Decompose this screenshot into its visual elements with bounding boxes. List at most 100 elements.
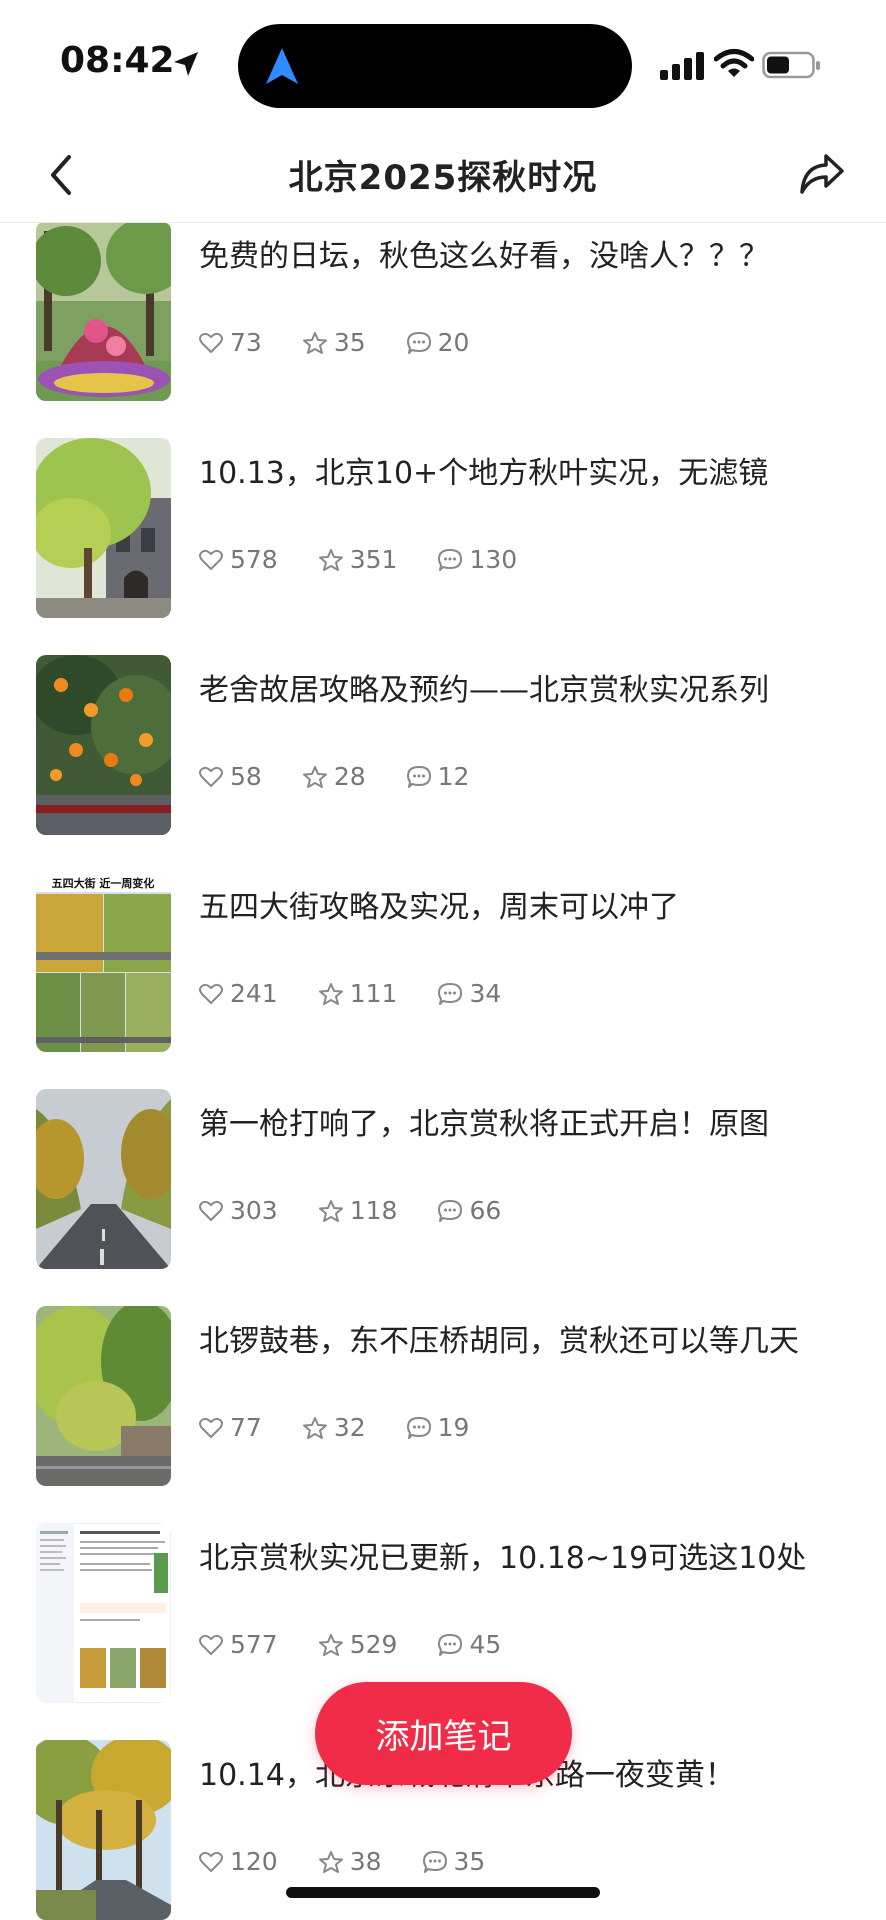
- heart-icon: [199, 766, 223, 787]
- add-note-button[interactable]: 添加笔记: [315, 1682, 572, 1785]
- heart-icon: [199, 1634, 223, 1655]
- comment-count-value: 34: [469, 979, 502, 1008]
- star-count-value: 111: [349, 979, 398, 1008]
- status-bar: 08:42: [0, 0, 886, 128]
- like-count[interactable]: 303: [198, 1196, 278, 1225]
- star-count[interactable]: 118: [318, 1196, 398, 1225]
- comment-count-value: 130: [469, 545, 518, 574]
- heart-icon: [199, 549, 223, 570]
- star-count[interactable]: 32: [302, 1413, 366, 1442]
- star-count-value: 35: [333, 328, 366, 357]
- like-count-value: 303: [230, 1196, 278, 1225]
- comment-icon: [438, 548, 463, 571]
- post-thumbnail: [36, 655, 171, 835]
- thumbnail-caption: 五四大街 近一周变化: [52, 876, 155, 890]
- list-item[interactable]: 免费的日坛，秋色这么好看，没啥人？？？ 73 35 20: [0, 223, 886, 428]
- star-icon: [302, 331, 327, 354]
- like-count[interactable]: 120: [198, 1847, 278, 1876]
- comment-count[interactable]: 12: [406, 762, 469, 791]
- comment-count[interactable]: 34: [437, 979, 501, 1008]
- star-count[interactable]: 111: [318, 979, 398, 1008]
- post-thumbnail: [36, 1089, 171, 1269]
- share-icon: [800, 154, 844, 194]
- star-count[interactable]: 28: [302, 762, 366, 791]
- star-icon: [302, 1416, 327, 1439]
- battery-icon: [762, 51, 820, 79]
- post-thumbnail: [36, 1306, 171, 1486]
- like-count-value: 577: [230, 1630, 278, 1659]
- heart-icon: [199, 1200, 223, 1221]
- like-count-value: 120: [230, 1847, 278, 1876]
- post-thumbnail: [36, 1740, 171, 1920]
- star-icon: [318, 548, 343, 571]
- like-count-value: 77: [230, 1413, 262, 1442]
- post-stats: 58 28 12: [198, 762, 509, 791]
- star-count-value: 529: [349, 1630, 398, 1659]
- comment-icon: [406, 765, 431, 788]
- cellular-signal-icon: [660, 52, 704, 80]
- star-icon: [318, 1850, 343, 1873]
- post-title: 10.13，北京10+个地方秋叶实况，无滤镜: [199, 456, 769, 491]
- post-title: 免费的日坛，秋色这么好看，没啥人？？？: [199, 239, 769, 274]
- home-indicator: [286, 1887, 600, 1898]
- comment-count-value: 35: [453, 1847, 486, 1876]
- star-count[interactable]: 38: [318, 1847, 382, 1876]
- post-stats: 120 38 35: [198, 1847, 525, 1876]
- star-icon: [318, 982, 343, 1005]
- post-thumbnail: [36, 223, 171, 401]
- list-item[interactable]: 老舍故居攻略及预约——北京赏秋实况系列 58 28 12: [0, 645, 886, 862]
- comment-count-value: 20: [437, 328, 470, 357]
- list-item[interactable]: 10.13，北京10+个地方秋叶实况，无滤镜 578 351 130: [0, 428, 886, 645]
- like-count[interactable]: 577: [198, 1630, 278, 1659]
- comment-count[interactable]: 20: [406, 328, 470, 357]
- comment-count-value: 66: [469, 1196, 502, 1225]
- star-count-value: 118: [349, 1196, 398, 1225]
- like-count[interactable]: 77: [198, 1413, 262, 1442]
- post-stats: 578 351 130: [198, 545, 557, 574]
- post-stats: 303 118 66: [198, 1196, 541, 1225]
- comment-count[interactable]: 130: [437, 545, 517, 574]
- post-list: 免费的日坛，秋色这么好看，没啥人？？？ 73 35 20 10.13，北京10+…: [0, 223, 886, 1920]
- comment-icon: [438, 1633, 463, 1656]
- comment-count-value: 45: [469, 1630, 502, 1659]
- star-count[interactable]: 35: [302, 328, 366, 357]
- comment-count[interactable]: 66: [437, 1196, 501, 1225]
- list-item[interactable]: 五四大街 近一周变化 五四大街攻略及实况，周末可以冲了 241 111 34: [0, 862, 886, 1079]
- like-count-value: 241: [230, 979, 278, 1008]
- like-count-value: 73: [230, 328, 262, 357]
- comment-icon: [406, 1416, 431, 1439]
- wifi-icon: [714, 49, 754, 77]
- comment-icon: [422, 1850, 447, 1873]
- dynamic-island: [238, 24, 632, 108]
- star-count[interactable]: 351: [318, 545, 398, 574]
- post-stats: 73 35 20: [198, 328, 509, 357]
- comment-count[interactable]: 35: [422, 1847, 486, 1876]
- post-title: 老舍故居攻略及预约——北京赏秋实况系列: [199, 673, 769, 708]
- like-count[interactable]: 241: [198, 979, 278, 1008]
- star-count-value: 351: [349, 545, 398, 574]
- post-stats: 241 111 34: [198, 979, 541, 1008]
- post-thumbnail: 五四大街 近一周变化: [36, 872, 171, 1052]
- like-count[interactable]: 73: [198, 328, 262, 357]
- like-count[interactable]: 578: [198, 545, 278, 574]
- status-time: 08:42: [60, 40, 175, 81]
- star-count-value: 28: [333, 762, 366, 791]
- comment-count[interactable]: 19: [406, 1413, 469, 1442]
- list-item[interactable]: 第一枪打响了，北京赏秋将正式开启！原图 303 118 66: [0, 1079, 886, 1296]
- like-count-value: 58: [230, 762, 262, 791]
- post-title: 北京赏秋实况已更新，10.18~19可选这10处: [199, 1541, 807, 1576]
- list-item[interactable]: 北锣鼓巷，东不压桥胡同，赏秋还可以等几天 77 32 19: [0, 1296, 886, 1513]
- like-count[interactable]: 58: [198, 762, 262, 791]
- heart-icon: [199, 1417, 223, 1438]
- post-title: 北锣鼓巷，东不压桥胡同，赏秋还可以等几天: [199, 1324, 799, 1359]
- star-count-value: 32: [333, 1413, 366, 1442]
- post-stats: 577 529 45: [198, 1630, 541, 1659]
- star-count[interactable]: 529: [318, 1630, 398, 1659]
- comment-count[interactable]: 45: [437, 1630, 501, 1659]
- post-title: 五四大街攻略及实况，周末可以冲了: [199, 890, 679, 925]
- comment-icon: [406, 331, 431, 354]
- share-button[interactable]: [794, 146, 850, 202]
- navigation-arrow-icon: [266, 48, 298, 84]
- navigation-bar: 北京2025探秋时况: [0, 128, 886, 223]
- location-arrow-icon: [174, 52, 198, 76]
